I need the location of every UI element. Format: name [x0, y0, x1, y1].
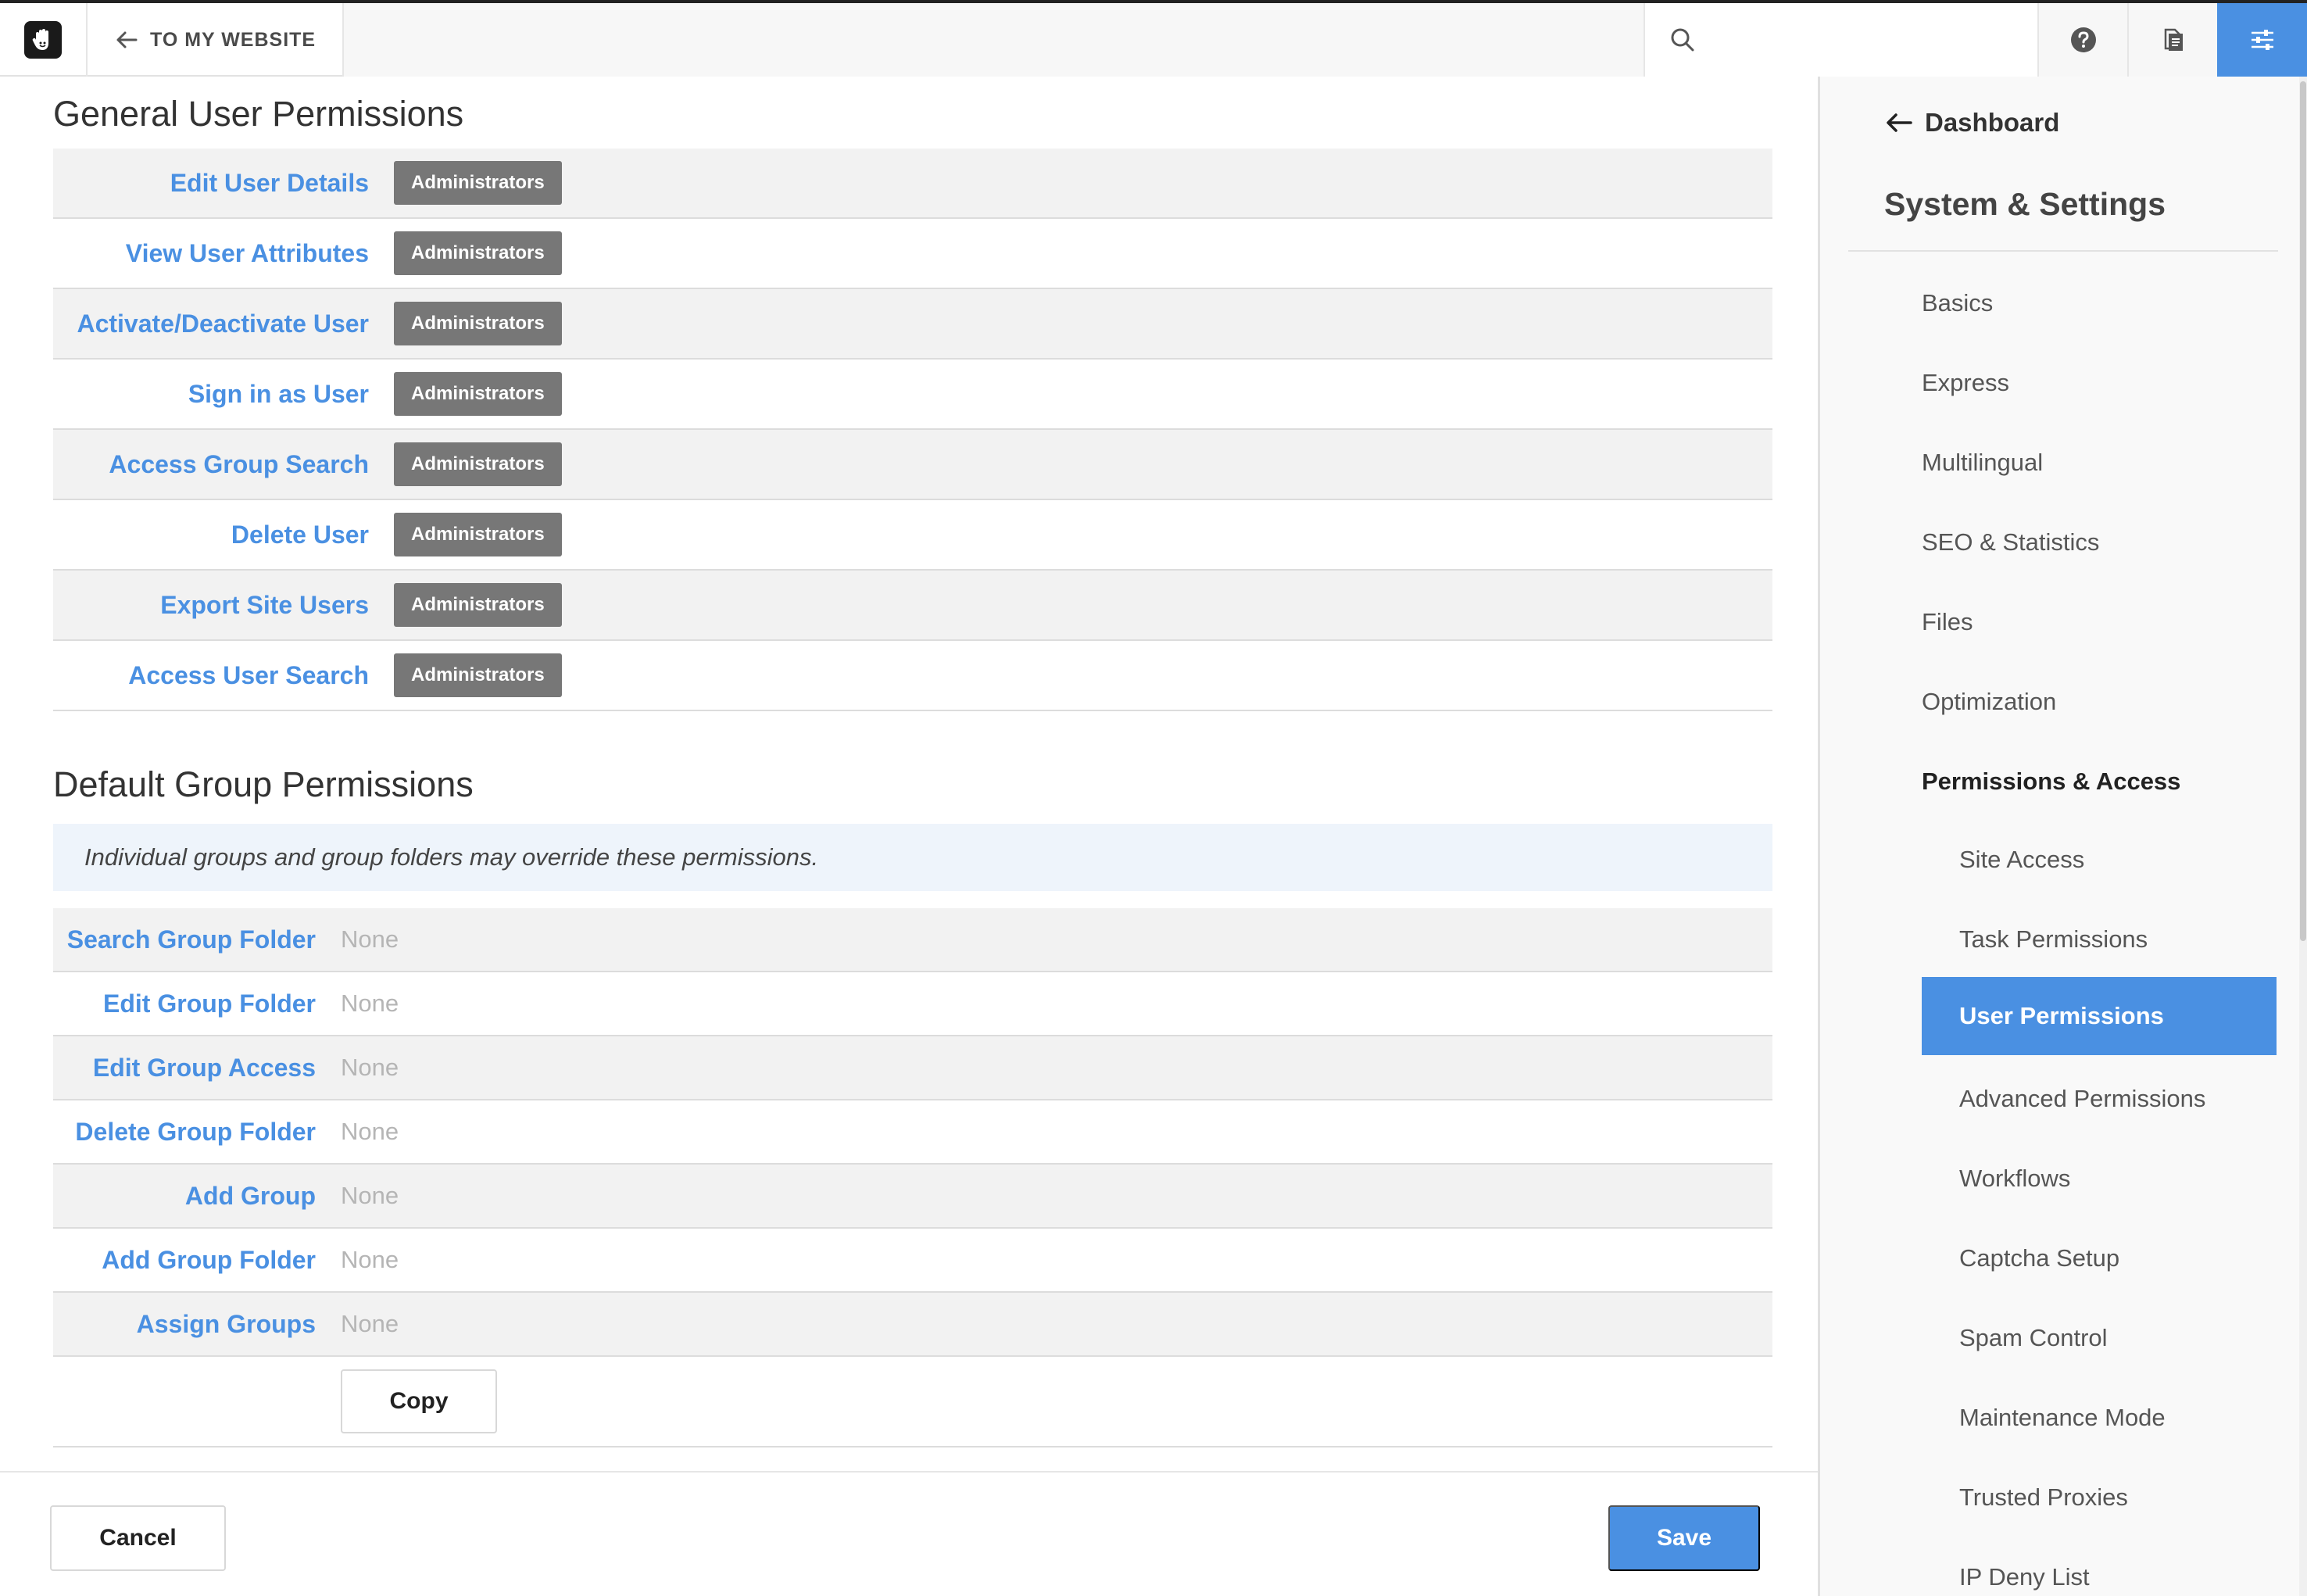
- permission-value: None: [341, 1310, 399, 1337]
- sidebar-scrollbar-thumb[interactable]: [2300, 81, 2306, 941]
- permission-value: None: [341, 989, 399, 1017]
- access-badge: Administrators: [394, 513, 562, 556]
- access-badge: Administrators: [394, 231, 562, 275]
- permission-link[interactable]: Delete User: [53, 521, 369, 549]
- sidebar-subitem-spam-control[interactable]: Spam Control: [1959, 1324, 2108, 1352]
- table-row: Sign in as User Administrators: [53, 360, 1772, 430]
- default-group-permissions-table: Search Group Folder None Edit Group Fold…: [53, 908, 1772, 1357]
- table-row: Assign Groups None: [53, 1293, 1772, 1357]
- sidebar-item-basics[interactable]: Basics: [1922, 289, 1993, 317]
- access-badge: Administrators: [394, 161, 562, 205]
- permission-link[interactable]: Search Group Folder: [53, 925, 316, 954]
- table-row: Activate/Deactivate User Administrators: [53, 289, 1772, 360]
- permission-value: None: [341, 925, 399, 953]
- save-button[interactable]: Save: [1608, 1505, 1760, 1571]
- sidebar-title: System & Settings: [1884, 186, 2166, 222]
- table-row: Access User Search Administrators: [53, 641, 1772, 711]
- permission-value: None: [341, 1182, 399, 1209]
- sidebar-subitem-advanced-permissions[interactable]: Advanced Permissions: [1959, 1085, 2205, 1113]
- permission-link[interactable]: Edit Group Access: [53, 1054, 316, 1082]
- access-badge: Administrators: [394, 442, 562, 486]
- permission-link[interactable]: Access User Search: [53, 661, 369, 690]
- sidebar-subitem-workflows[interactable]: Workflows: [1959, 1165, 2070, 1193]
- dashboard-back-label: Dashboard: [1925, 108, 2060, 137]
- arrow-left-icon: [1887, 113, 1912, 132]
- copy-pages-icon: [2164, 28, 2183, 51]
- sidebar-subitem-ip-deny-list[interactable]: IP Deny List: [1959, 1563, 2090, 1591]
- sidebar-subitem-user-permissions[interactable]: User Permissions: [1922, 977, 2277, 1055]
- permission-value: None: [341, 1118, 399, 1145]
- settings-panel-button[interactable]: [2217, 3, 2307, 77]
- permission-link[interactable]: Edit Group Folder: [53, 989, 316, 1018]
- top-toolbar: TO MY WEBSITE: [0, 0, 2307, 77]
- table-row: Edit Group Folder None: [53, 972, 1772, 1036]
- permission-link[interactable]: Assign Groups: [53, 1310, 316, 1339]
- sidebar-item-permissions-access[interactable]: Permissions & Access: [1922, 768, 2180, 796]
- permission-link[interactable]: Export Site Users: [53, 591, 369, 620]
- access-badge: Administrators: [394, 653, 562, 697]
- access-badge: Administrators: [394, 583, 562, 627]
- permission-value: None: [341, 1054, 399, 1081]
- sidebar-subitem-site-access[interactable]: Site Access: [1959, 846, 2084, 874]
- help-button[interactable]: [2037, 3, 2127, 77]
- permission-link[interactable]: Sign in as User: [53, 380, 369, 409]
- pages-button[interactable]: [2127, 3, 2217, 77]
- cancel-button[interactable]: Cancel: [50, 1505, 226, 1571]
- sidebar-subitem-trusted-proxies[interactable]: Trusted Proxies: [1959, 1483, 2128, 1512]
- default-group-permissions-title: Default Group Permissions: [53, 764, 474, 804]
- sidebar-divider: [1848, 250, 2278, 252]
- sidebar-item-multilingual[interactable]: Multilingual: [1922, 449, 2043, 477]
- sidebar-item-seo-statistics[interactable]: SEO & Statistics: [1922, 528, 2099, 556]
- access-badge: Administrators: [394, 372, 562, 416]
- sidebar-subitem-maintenance-mode[interactable]: Maintenance Mode: [1959, 1404, 2166, 1432]
- search-input[interactable]: [1709, 27, 2006, 52]
- permission-link[interactable]: Add Group Folder: [53, 1246, 316, 1275]
- form-footer: Cancel Save: [0, 1471, 1818, 1596]
- concrete-hand-logo-icon: [24, 21, 62, 59]
- toolbar-spacer: [344, 3, 1644, 77]
- help-icon: [2070, 27, 2096, 52]
- table-row: Add Group None: [53, 1165, 1772, 1229]
- logo-button[interactable]: [0, 3, 88, 77]
- search-box[interactable]: [1644, 3, 2037, 77]
- back-to-website-label: TO MY WEBSITE: [150, 28, 317, 51]
- general-permissions-title: General User Permissions: [53, 94, 464, 134]
- table-row: Delete User Administrators: [53, 500, 1772, 571]
- sidebar-item-files[interactable]: Files: [1922, 608, 1973, 636]
- table-row: Delete Group Folder None: [53, 1100, 1772, 1165]
- access-badge: Administrators: [394, 302, 562, 345]
- sidebar-item-optimization[interactable]: Optimization: [1922, 688, 2056, 716]
- permission-value: None: [341, 1246, 399, 1273]
- permission-link[interactable]: Delete Group Folder: [53, 1118, 316, 1147]
- permission-link[interactable]: Activate/Deactivate User: [53, 310, 369, 338]
- table-row: Add Group Folder None: [53, 1229, 1772, 1293]
- general-permissions-table: Edit User Details Administrators View Us…: [53, 149, 1772, 711]
- table-row: Edit User Details Administrators: [53, 149, 1772, 219]
- dashboard-back-link[interactable]: Dashboard: [1884, 108, 2059, 138]
- info-note: Individual groups and group folders may …: [53, 824, 1772, 891]
- table-row: View User Attributes Administrators: [53, 219, 1772, 289]
- search-icon: [1671, 28, 1694, 52]
- arrow-left-icon: [116, 31, 138, 48]
- sliders-icon: [2251, 30, 2273, 50]
- permission-link[interactable]: Access Group Search: [53, 450, 369, 479]
- copy-row: Copy: [53, 1355, 1772, 1447]
- settings-sidebar: Dashboard System & Settings Basics Expre…: [1818, 77, 2307, 1596]
- copy-button[interactable]: Copy: [341, 1369, 497, 1433]
- table-row: Export Site Users Administrators: [53, 571, 1772, 641]
- table-row: Access Group Search Administrators: [53, 430, 1772, 500]
- permission-link[interactable]: View User Attributes: [53, 239, 369, 268]
- sidebar-subitem-captcha-setup[interactable]: Captcha Setup: [1959, 1244, 2119, 1272]
- permission-link[interactable]: Edit User Details: [53, 169, 369, 198]
- table-row: Edit Group Access None: [53, 1036, 1772, 1100]
- back-to-website-link[interactable]: TO MY WEBSITE: [88, 3, 344, 77]
- sidebar-subitem-label: User Permissions: [1959, 1002, 2164, 1029]
- sidebar-subitem-task-permissions[interactable]: Task Permissions: [1959, 925, 2148, 954]
- table-row: Search Group Folder None: [53, 908, 1772, 972]
- main-content: General User Permissions Edit User Detai…: [0, 78, 1819, 1469]
- permission-link[interactable]: Add Group: [53, 1182, 316, 1211]
- sidebar-item-express[interactable]: Express: [1922, 369, 2009, 397]
